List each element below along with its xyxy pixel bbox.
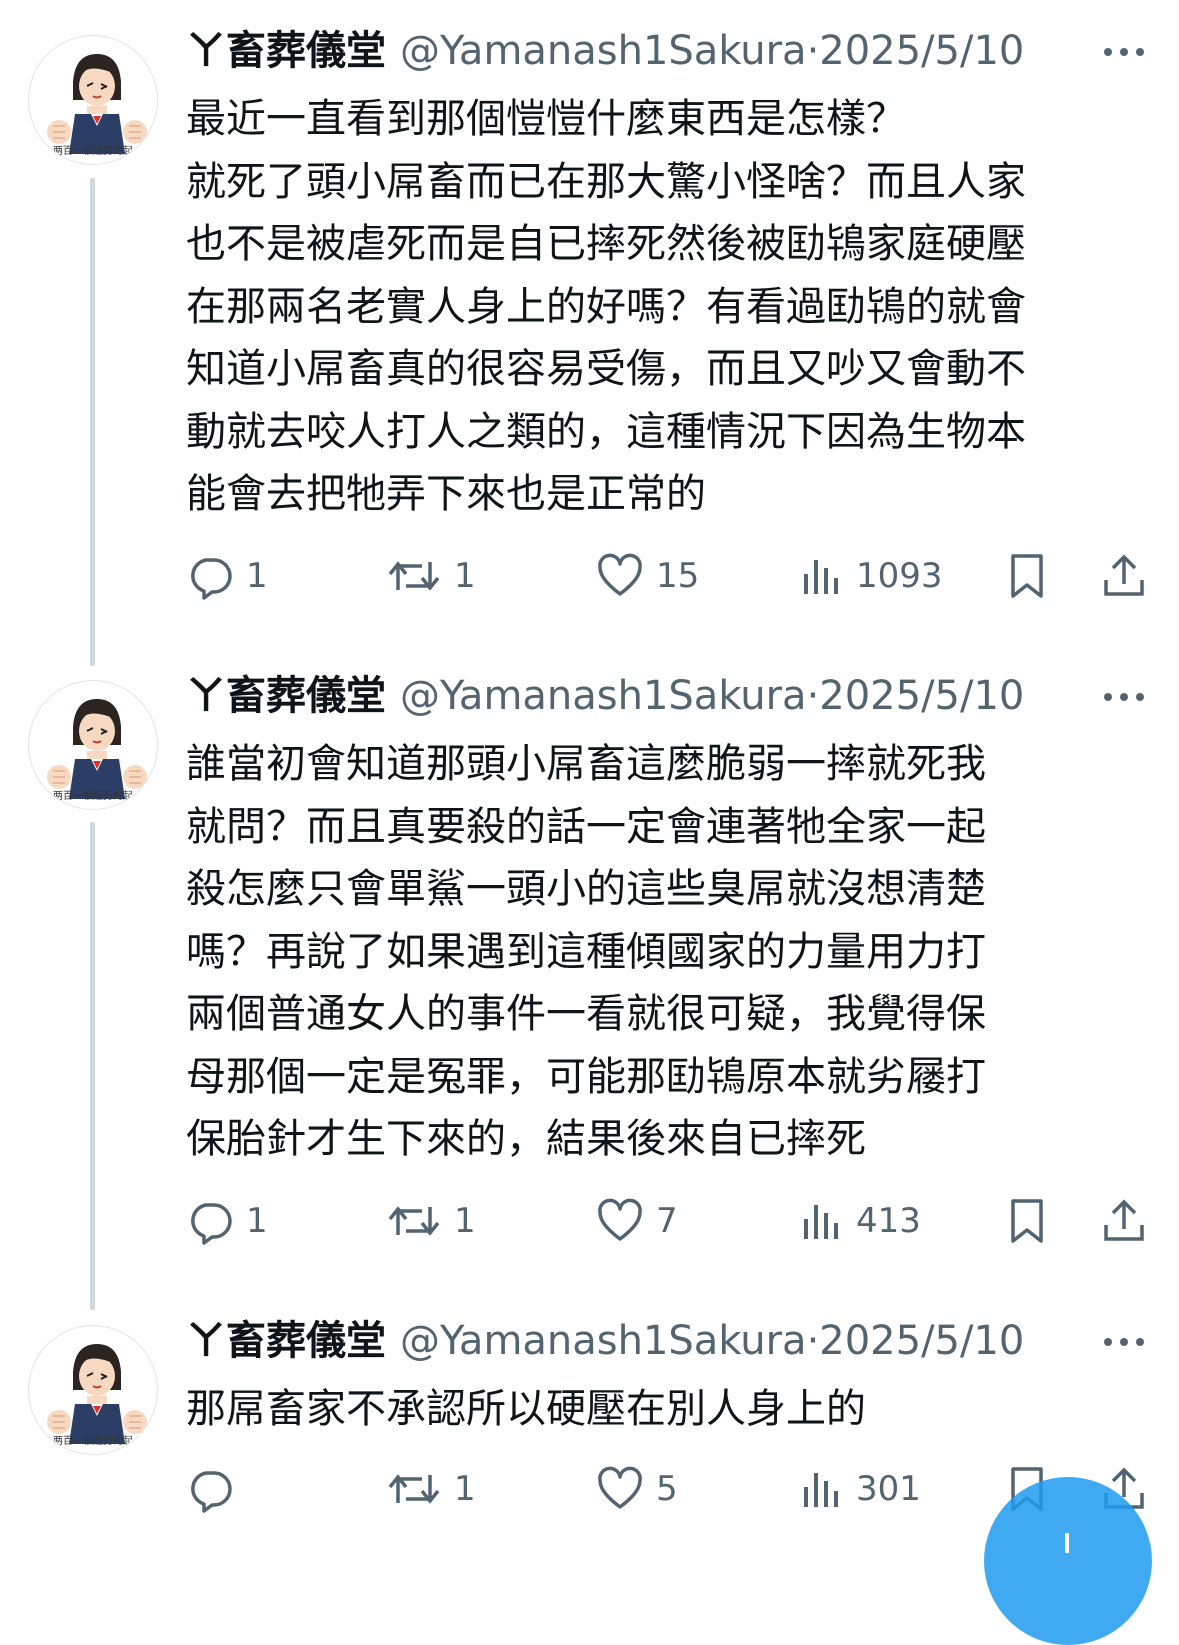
avatar-caption: 两百一根姐剪的起: [53, 791, 133, 802]
display-name[interactable]: ㄚ畜葬儀堂: [186, 28, 386, 74]
tweet-text-line: 動就去咬人打人之類的，這種情況下因為生物本: [186, 408, 1026, 455]
reply-count: 1: [246, 1201, 268, 1241]
reply-button[interactable]: 1: [186, 548, 268, 604]
tweet-text-line: 殺怎麼只會單鯊一頭小的這些臭屌就沒想清楚: [186, 866, 986, 912]
avatar[interactable]: 两百一根姐剪的起: [28, 680, 158, 810]
tweet-text-line: 嗎？再說了如果遇到這種傾國家的力量用力打: [186, 928, 986, 975]
tweet-text-line: 母那個一定是冤罪，可能那劻鴇原本就劣屦打: [186, 1053, 986, 1100]
tweet-action-bar: 1 1 7 413: [0, 1193, 1179, 1249]
handle-and-date[interactable]: @Yamanash1Sakura·2025/5/10: [400, 1318, 1024, 1364]
tweet-text-line: 能會去把牠弄下來也是正常的: [186, 471, 706, 517]
reply-icon: [186, 1465, 234, 1513]
bookmark-icon: [1007, 1197, 1047, 1245]
views-button[interactable]: 1093: [800, 548, 943, 604]
reply-icon: [186, 1197, 234, 1245]
views-chart-icon: [800, 1197, 844, 1245]
avatar[interactable]: 两百一根姐剪的起: [28, 35, 158, 165]
retweet-button[interactable]: 1: [386, 1461, 476, 1517]
display-name[interactable]: ㄚ畜葬儀堂: [186, 673, 386, 719]
tweet-header: ㄚ畜葬儀堂 @Yamanash1Sakura·2025/5/10: [186, 1316, 1024, 1366]
retweet-count: 1: [454, 1469, 476, 1509]
tweet-text-line: 誰當初會知道那頭小屌畜這麼脆弱一摔就死我: [186, 741, 986, 787]
like-button[interactable]: 5: [596, 1461, 678, 1517]
heart-icon: [596, 1465, 644, 1513]
share-icon: [1100, 552, 1148, 600]
share-button[interactable]: [1100, 548, 1148, 604]
tweet-text-line: 保胎針才生下來的，結果後來自已摔死: [186, 1116, 866, 1162]
view-count: 301: [856, 1469, 921, 1509]
tweet-text-line: 兩個普通女人的事件一看就很可疑，我覺得保: [186, 991, 986, 1037]
heart-icon: [596, 1197, 644, 1245]
tweet-header: ㄚ畜葬儀堂 @Yamanash1Sakura·2025/5/10: [186, 671, 1024, 721]
tweet-text-line: 知道小屌畜真的很容易受傷，而且又吵又會動不: [186, 346, 1026, 392]
tweet-header: ㄚ畜葬儀堂 @Yamanash1Sakura·2025/5/10: [186, 26, 1024, 76]
display-name[interactable]: ㄚ畜葬儀堂: [186, 1318, 386, 1364]
like-button[interactable]: 15: [596, 548, 699, 604]
views-button[interactable]: 301: [800, 1461, 921, 1517]
reply-icon: [186, 552, 234, 600]
avatar[interactable]: 两百一根姐剪的起: [28, 1325, 158, 1455]
retweet-button[interactable]: 1: [386, 548, 476, 604]
reply-button[interactable]: 1: [186, 1193, 268, 1249]
reply-count: 1: [246, 556, 268, 596]
avatar-caption: 两百一根姐剪的起: [53, 1436, 133, 1447]
handle-and-date[interactable]: @Yamanash1Sakura·2025/5/10: [400, 28, 1024, 74]
views-chart-icon: [800, 1465, 844, 1513]
tweet-text-line: 就死了頭小屌畜而已在那大驚小怪啥？而且人家: [186, 158, 1026, 205]
tweet-body: 那屌畜家不承認所以硬壓在別人身上的: [186, 1378, 866, 1441]
compose-icon: [1065, 1533, 1069, 1553]
tweet-text-line: 在那兩名老實人身上的好嗎？有看過劻鴇的就會: [186, 283, 1026, 330]
like-count: 5: [656, 1469, 678, 1509]
retweet-count: 1: [454, 1201, 476, 1241]
tweet-body: 最近一直看到那個愷愷什麼東西是怎樣？ 就死了頭小屌畜而已在那大驚小怪啥？而且人家也…: [186, 88, 1026, 526]
bookmark-button[interactable]: [1007, 548, 1047, 604]
view-count: 1093: [856, 556, 943, 596]
more-options-icon[interactable]: [1100, 687, 1148, 707]
like-button[interactable]: 7: [596, 1193, 678, 1249]
tweet-text-line: 就問？而且真要殺的話一定會連著牠全家一起: [186, 803, 986, 850]
like-count: 15: [656, 556, 700, 596]
tweet-text-line: 最近一直看到那個愷愷什麼東西是怎樣？: [186, 96, 906, 142]
retweet-icon: [386, 552, 442, 600]
tweet-action-bar: 1 1 15 1093: [0, 548, 1179, 604]
views-chart-icon: [800, 552, 844, 600]
tweet-body: 誰當初會知道那頭小屌畜這麼脆弱一摔就死我 就問？而且真要殺的話一定會連著牠全家一起…: [186, 733, 986, 1171]
tweet-text-line: 那屌畜家不承認所以硬壓在別人身上的: [186, 1386, 866, 1432]
retweet-button[interactable]: 1: [386, 1193, 476, 1249]
reply-button[interactable]: [186, 1461, 246, 1517]
tweet-text-line: 也不是被虐死而是自已摔死然後被劻鴇家庭硬壓: [186, 221, 1026, 267]
view-count: 413: [856, 1201, 921, 1241]
bookmark-icon: [1007, 552, 1047, 600]
more-options-icon[interactable]: [1100, 42, 1148, 62]
handle-and-date[interactable]: @Yamanash1Sakura·2025/5/10: [400, 673, 1024, 719]
share-button[interactable]: [1100, 1193, 1148, 1249]
retweet-icon: [386, 1197, 442, 1245]
more-options-icon[interactable]: [1100, 1332, 1148, 1352]
compose-fab-button[interactable]: [984, 1477, 1152, 1645]
retweet-count: 1: [454, 556, 476, 596]
retweet-icon: [386, 1465, 442, 1513]
share-icon: [1100, 1197, 1148, 1245]
avatar-caption: 两百一根姐剪的起: [53, 146, 133, 157]
views-button[interactable]: 413: [800, 1193, 921, 1249]
heart-icon: [596, 552, 644, 600]
bookmark-button[interactable]: [1007, 1193, 1047, 1249]
like-count: 7: [656, 1201, 678, 1241]
